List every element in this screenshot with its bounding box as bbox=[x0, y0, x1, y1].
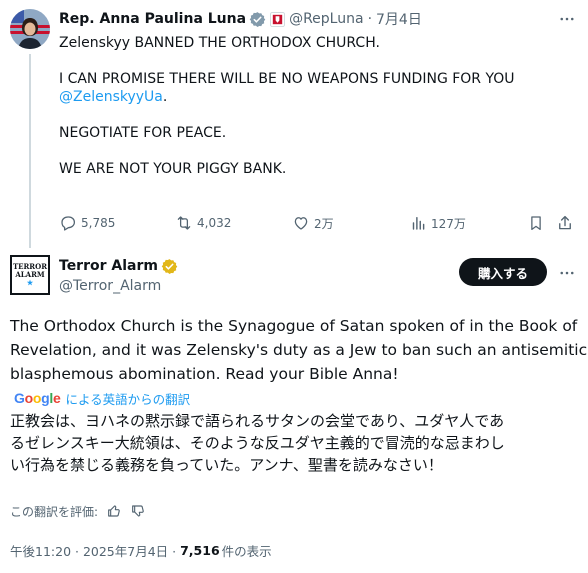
display-name[interactable]: Terror Alarm bbox=[59, 258, 158, 274]
gold-verified-badge-icon[interactable] bbox=[161, 258, 178, 275]
avatar[interactable]: TERROR ALARM ★ bbox=[10, 255, 50, 295]
action-bar: 5,785 4,032 2万 127万 bbox=[59, 212, 579, 234]
views-button[interactable]: 127万 bbox=[409, 212, 466, 234]
more-dots-icon bbox=[560, 271, 574, 275]
gray-verified-badge-icon[interactable] bbox=[249, 11, 266, 28]
handle[interactable]: @Terror_Alarm bbox=[59, 278, 161, 294]
analytics-icon bbox=[412, 217, 425, 230]
share-button[interactable] bbox=[556, 212, 578, 234]
reply-line: WE ARE NOT YOUR PIGGY BANK. bbox=[59, 161, 287, 177]
repost-count: 4,032 bbox=[197, 216, 232, 230]
government-flag-badge-icon[interactable] bbox=[270, 11, 286, 27]
reply-line: @ZelenskyyUa. bbox=[59, 88, 559, 106]
more-dots-icon bbox=[560, 17, 574, 21]
comment-icon bbox=[61, 216, 76, 231]
rate-translation-label: この翻訳を評価: bbox=[10, 504, 99, 519]
like-count: 2万 bbox=[314, 216, 334, 231]
reply-line: Zelenskyy BANNED THE ORTHODOX CHURCH. bbox=[59, 35, 380, 51]
translation-line: い行為を禁じる義務を負っていた。アンナ、聖書を読みなさい！ bbox=[10, 456, 443, 474]
translation-line: るゼレンスキー大統領は、そのような反ユダヤ主義的で冒涜的な忌まわし bbox=[10, 434, 505, 452]
thread-connector-line bbox=[29, 54, 31, 248]
timestamp[interactable]: 午後11:20 · 2025年7月4日 · bbox=[10, 541, 176, 560]
like-button[interactable]: 2万 bbox=[292, 212, 334, 234]
views-count: 7,516 bbox=[180, 542, 220, 558]
reply-line: I CAN PROMISE THERE WILL BE NO WEAPONS F… bbox=[59, 71, 515, 87]
more-options-button[interactable] bbox=[555, 7, 579, 31]
timestamp-row: 午後11:20 · 2025年7月4日 · 7,516 件の表示 bbox=[10, 541, 272, 559]
thumbs-up-icon[interactable] bbox=[106, 503, 122, 519]
views-label: 件の表示 bbox=[221, 543, 272, 559]
mention-suffix: . bbox=[162, 89, 168, 105]
handle[interactable]: @RepLuna bbox=[289, 11, 363, 27]
post-date[interactable]: 7月4日 bbox=[376, 9, 422, 29]
repost-icon bbox=[177, 216, 191, 230]
rate-translation-row: この翻訳を評価: bbox=[10, 502, 146, 520]
thumbs-down-icon[interactable] bbox=[130, 503, 146, 519]
tweet-line: The Orthodox Church is the Synagogue of … bbox=[10, 317, 578, 335]
bookmark-button[interactable] bbox=[527, 212, 549, 234]
translation-line: 正教会は、ヨハネの黙示録で語られるサタンの会堂であり、ユダヤ人であ bbox=[10, 412, 505, 430]
tweet-line: blasphemous abomination. Read your Bible… bbox=[10, 365, 399, 383]
quoted-reply-tweet[interactable]: Rep. Anna Paulina Luna @RepLuna · 7月4日 Z… bbox=[0, 0, 588, 248]
view-count: 127万 bbox=[431, 216, 466, 231]
translated-text: 正教会は、ヨハネの黙示録で語られるサタンの会堂であり、ユダヤ人であ るゼレンスキ… bbox=[10, 410, 580, 476]
reply-text: Zelenskyy BANNED THE ORTHODOX CHURCH. I … bbox=[59, 34, 559, 178]
mention-link[interactable]: @ZelenskyyUa bbox=[59, 89, 163, 105]
google-logo-icon: Google bbox=[14, 390, 61, 406]
share-icon bbox=[559, 215, 571, 230]
reply-button[interactable]: 5,785 bbox=[59, 212, 115, 234]
bookmark-icon bbox=[531, 216, 541, 231]
reply-count: 5,785 bbox=[81, 216, 116, 230]
reply-header: Rep. Anna Paulina Luna @RepLuna · 7月4日 bbox=[59, 9, 422, 29]
tweet-line: Revelation, and it was Zelensky's duty a… bbox=[10, 341, 588, 359]
subscribe-button[interactable]: 購入する bbox=[459, 258, 547, 286]
tweet-text: The Orthodox Church is the Synagogue of … bbox=[10, 314, 588, 386]
translated-by-link[interactable]: による英語からの翻訳 bbox=[65, 389, 190, 408]
reply-line: NEGOTIATE FOR PEACE. bbox=[59, 125, 227, 141]
repost-button[interactable]: 4,032 bbox=[175, 212, 231, 234]
profile-photo-icon bbox=[10, 9, 50, 49]
more-options-button[interactable] bbox=[555, 261, 579, 285]
translation-attribution: Google による英語からの翻訳 bbox=[14, 389, 190, 407]
heart-icon bbox=[294, 217, 308, 230]
star-icon: ★ bbox=[26, 278, 34, 287]
separator-dot: · bbox=[367, 11, 373, 27]
author-name-row: Terror Alarm bbox=[59, 256, 178, 276]
display-name[interactable]: Rep. Anna Paulina Luna bbox=[59, 11, 246, 27]
avatar[interactable] bbox=[10, 9, 50, 49]
